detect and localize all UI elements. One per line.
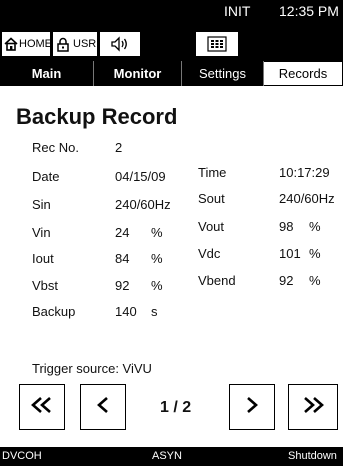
vout-unit: %	[309, 219, 321, 234]
rec-no-value: 2	[115, 140, 123, 155]
vin-label: Vin	[32, 225, 51, 240]
date-value: 04/15/09	[115, 169, 166, 184]
vdc-label: Vdc	[198, 246, 221, 261]
status-center: ASYN	[152, 450, 182, 462]
iout-label: Iout	[32, 251, 54, 266]
double-chevron-left-icon	[29, 395, 55, 420]
tab-monitor[interactable]: Monitor	[94, 61, 182, 86]
clock: 12:35 PM	[279, 3, 339, 19]
shutdown-status: Shutdown	[288, 450, 337, 462]
vbend-value: 92	[279, 273, 294, 288]
chevron-right-icon	[243, 395, 261, 420]
first-page-button[interactable]	[19, 384, 65, 430]
date-label: Date	[32, 169, 60, 184]
keypad-button[interactable]	[195, 31, 239, 57]
last-page-button[interactable]	[288, 384, 338, 430]
sin-value: 240/60Hz	[115, 197, 171, 212]
double-chevron-right-icon	[300, 395, 326, 420]
user-button[interactable]: USR	[52, 31, 98, 57]
sout-label: Sout	[198, 191, 225, 206]
rec-no-label: Rec No.	[32, 140, 79, 155]
trigger-source: Trigger source: ViVU	[32, 361, 152, 376]
user-label: USR	[73, 38, 97, 50]
vbend-label: Vbend	[198, 273, 236, 288]
iout-unit: %	[151, 251, 163, 266]
sin-label: Sin	[32, 197, 51, 212]
tab-main[interactable]: Main	[0, 61, 94, 86]
iout-value: 84	[115, 251, 130, 266]
previous-page-button[interactable]	[80, 384, 126, 430]
next-page-button[interactable]	[229, 384, 275, 430]
top-bar: INIT 12:35 PM HOME USR	[0, 0, 343, 61]
speaker-icon	[110, 36, 130, 52]
backup-label: Backup	[32, 304, 76, 319]
page-indicator: 1 / 2	[160, 399, 192, 416]
vdc-value: 101	[279, 246, 301, 261]
vin-value: 24	[115, 225, 130, 240]
lock-icon	[57, 37, 69, 52]
time-value: 10:17:29	[279, 165, 330, 180]
backup-value: 140	[115, 304, 137, 319]
vbst-value: 92	[115, 278, 130, 293]
vbend-unit: %	[309, 273, 321, 288]
vbst-label: Vbst	[32, 278, 59, 293]
status-mode: INIT	[224, 3, 251, 19]
tab-records[interactable]: Records	[264, 61, 343, 86]
sout-value: 240/60Hz	[279, 191, 335, 206]
vout-label: Vout	[198, 219, 225, 234]
vin-unit: %	[151, 225, 163, 240]
status-left: DVCOH	[2, 450, 42, 462]
home-label: HOME	[19, 38, 52, 50]
keypad-icon	[207, 36, 227, 52]
home-icon	[4, 37, 18, 51]
backup-unit: s	[151, 304, 158, 319]
chevron-left-icon	[94, 395, 112, 420]
tab-bar: Main Monitor Settings Records	[0, 61, 343, 86]
bottom-status-bar: DVCOH ASYN Shutdown	[0, 447, 343, 466]
vbst-unit: %	[151, 278, 163, 293]
vdc-unit: %	[309, 246, 321, 261]
vout-value: 98	[279, 219, 294, 234]
time-label: Time	[198, 165, 227, 180]
home-button[interactable]: HOME	[1, 31, 52, 57]
sound-button[interactable]	[99, 31, 141, 57]
page-title: Backup Record	[16, 104, 178, 129]
tab-settings[interactable]: Settings	[182, 61, 264, 86]
